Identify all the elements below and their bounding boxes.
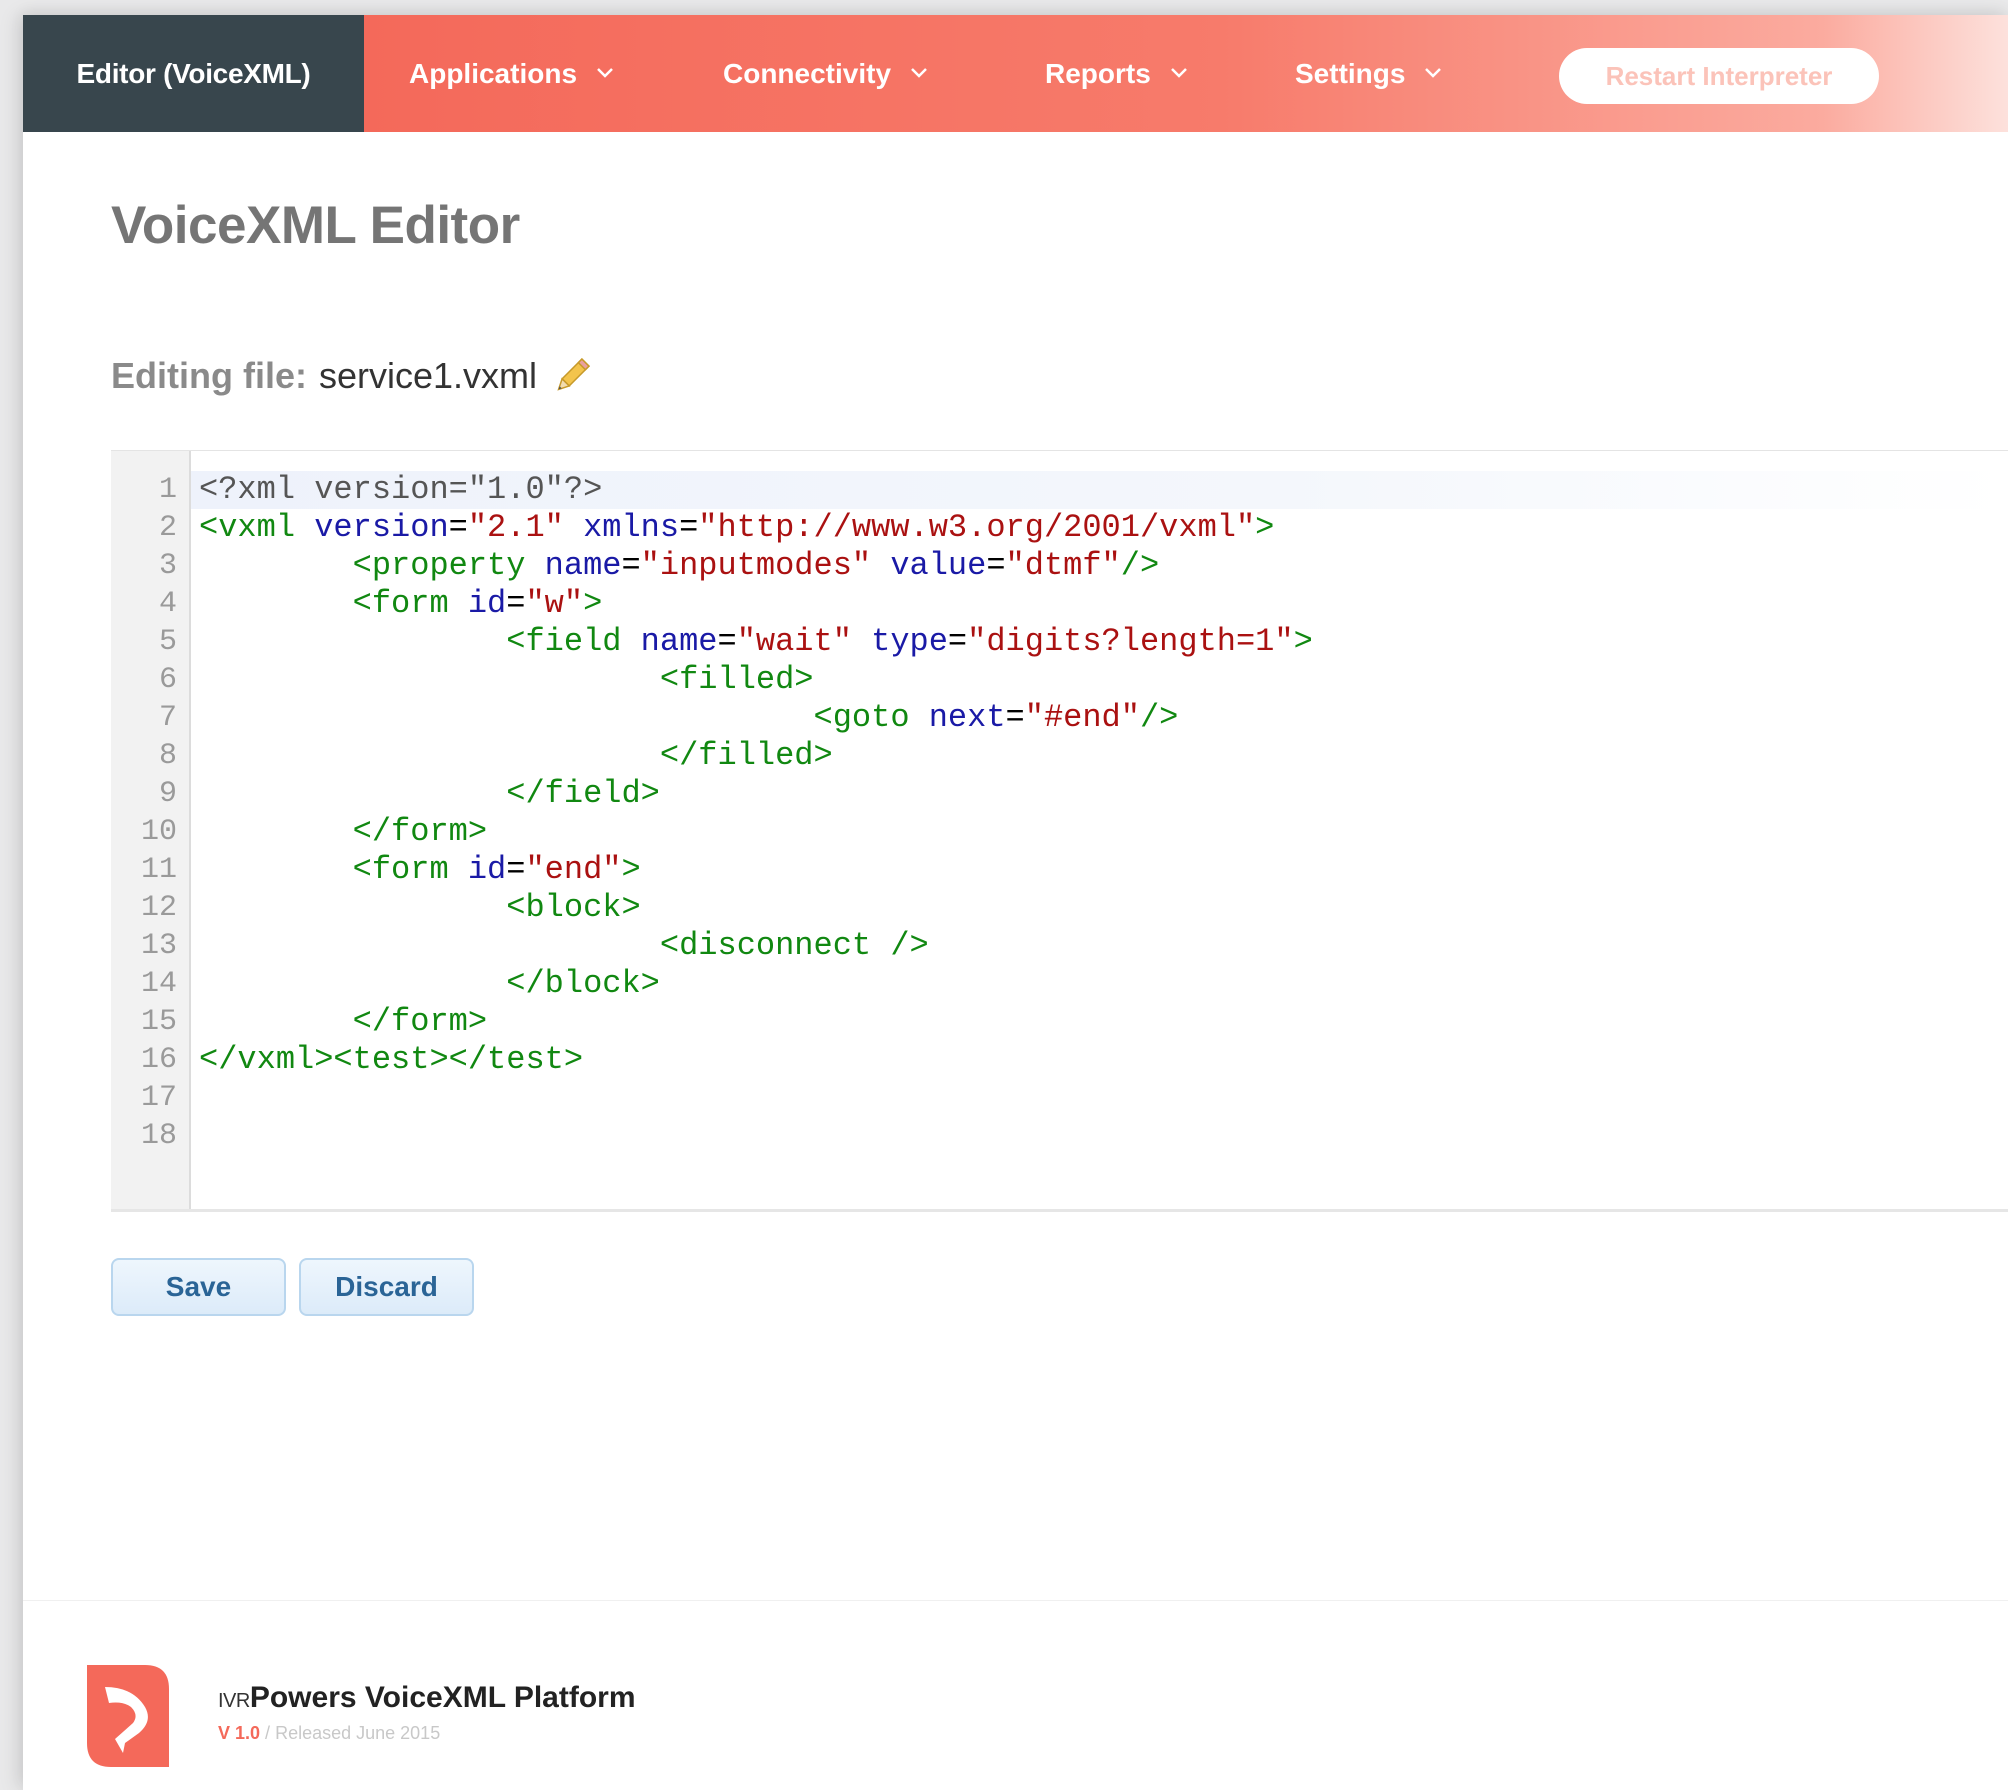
nav-item-label: Connectivity	[723, 57, 892, 89]
footer: IVRPowers VoiceXML Platform V 1.0 / Rele…	[23, 1600, 2008, 1790]
nav-item-applications[interactable]: Applications	[409, 15, 613, 132]
code-text[interactable]: <vxml version="2.1" xmlns="http://www.w3…	[199, 509, 1274, 547]
line-number: 16	[140, 1043, 177, 1077]
code-text[interactable]: <form id="end">	[199, 851, 641, 889]
code-line[interactable]: 10 </form>	[111, 813, 2008, 851]
code-editor[interactable]: 1 <?xml version="1.0"?> 2 <vxml version="2.…	[111, 450, 2008, 1212]
code-text[interactable]: <goto next="#end"/>	[199, 699, 1179, 737]
chevron-down-icon	[597, 67, 613, 81]
code-text[interactable]: </filled>	[199, 737, 833, 775]
code-text[interactable]: <form id="w">	[199, 585, 603, 623]
discard-button[interactable]: Discard	[299, 1258, 474, 1316]
version-label: V 1.0	[218, 1723, 261, 1743]
code-text[interactable]: <disconnect />	[199, 927, 929, 965]
code-line[interactable]: 5 <field name="wait" type="digits?length…	[111, 623, 2008, 661]
restart-interpreter-button[interactable]: Restart Interpreter	[1559, 48, 1879, 104]
code-line[interactable]: 3 <property name="inputmodes" value="dtm…	[111, 547, 2008, 585]
code-text[interactable]: <block>	[199, 889, 640, 927]
line-number: 17	[140, 1081, 177, 1115]
code-line[interactable]: 4 <form id="w">	[111, 585, 2008, 623]
code-line[interactable]: 13 <disconnect />	[111, 927, 2008, 965]
ivrpowers-logo-icon	[83, 1661, 173, 1771]
code-line[interactable]: 17	[111, 1079, 2008, 1117]
code-text[interactable]: </form>	[199, 1003, 487, 1041]
code-line[interactable]: 12 <block>	[111, 889, 2008, 927]
nav-brand-editor[interactable]: Editor (VoiceXML)	[23, 15, 364, 132]
nav-item-connectivity[interactable]: Connectivity	[723, 15, 927, 132]
code-text[interactable]: <field name="wait" type="digits?length=1…	[199, 623, 1313, 661]
footer-brand-prefix: IVR	[218, 1690, 250, 1712]
app-window: Editor (VoiceXML) Applications Connectiv…	[23, 15, 2008, 1790]
line-number: 12	[140, 891, 177, 925]
version-separator: /	[265, 1723, 271, 1743]
chevron-down-icon	[911, 67, 927, 81]
code-line[interactable]: 7 <goto next="#end"/>	[111, 699, 2008, 737]
line-number: 3	[158, 549, 177, 583]
line-number: 15	[140, 1005, 177, 1039]
line-number: 2	[158, 511, 177, 545]
top-navbar: Editor (VoiceXML) Applications Connectiv…	[23, 15, 2008, 132]
line-number: 4	[158, 587, 177, 621]
pencil-icon[interactable]	[551, 355, 593, 397]
nav-item-label: Applications	[409, 57, 578, 89]
code-line[interactable]: 15 </form>	[111, 1003, 2008, 1041]
chevron-down-icon	[1425, 67, 1442, 81]
page-title: VoiceXML Editor	[111, 196, 520, 255]
line-number: 9	[158, 777, 177, 811]
footer-brand-name: Powers VoiceXML Platform	[249, 1681, 636, 1714]
code-line[interactable]: 9 </field>	[111, 775, 2008, 813]
nav-item-reports[interactable]: Reports	[1045, 15, 1187, 132]
save-button[interactable]: Save	[111, 1258, 286, 1316]
line-number: 10	[140, 815, 177, 849]
footer-version-info: V 1.0 / Released June 2015	[218, 1723, 440, 1744]
line-number: 11	[140, 853, 177, 887]
code-line[interactable]: 1 <?xml version="1.0"?>	[111, 471, 2008, 509]
line-number: 14	[140, 967, 177, 1001]
code-line[interactable]: 6 <filled>	[111, 661, 2008, 699]
release-date: Released June 2015	[275, 1723, 441, 1743]
code-text[interactable]: <filled>	[199, 661, 814, 699]
code-line[interactable]: 16 </vxml><test></test>	[111, 1041, 2008, 1079]
code-text[interactable]: </field>	[199, 775, 660, 813]
code-line[interactable]: 14 </block>	[111, 965, 2008, 1003]
code-line[interactable]: 18	[111, 1117, 2008, 1155]
code-line[interactable]: 11 <form id="end">	[111, 851, 2008, 889]
line-number: 6	[158, 663, 177, 697]
line-number: 5	[158, 625, 177, 659]
code-text[interactable]: <property name="inputmodes" value="dtmf"…	[199, 547, 1160, 585]
footer-brand: IVRPowers VoiceXML Platform	[218, 1681, 636, 1715]
nav-item-settings[interactable]: Settings	[1295, 15, 1442, 132]
line-number: 13	[140, 929, 177, 963]
code-text[interactable]: </form>	[199, 813, 487, 851]
line-number: 8	[158, 739, 177, 773]
code-text[interactable]: </block>	[199, 965, 660, 1003]
editing-file-line: Editing file: service1.vxml	[111, 355, 593, 397]
code-line[interactable]: 2 <vxml version="2.1" xmlns="http://www.w…	[111, 509, 2008, 547]
editing-file-label: Editing file:	[111, 355, 307, 396]
line-number: 18	[140, 1119, 177, 1153]
code-text[interactable]: </vxml><test></test>	[199, 1041, 583, 1079]
nav-item-label: Reports	[1045, 57, 1151, 89]
file-name: service1.vxml	[318, 355, 538, 396]
line-number: 7	[158, 701, 177, 735]
chevron-down-icon	[1170, 67, 1187, 81]
code-line[interactable]: 8 </filled>	[111, 737, 2008, 775]
code-text[interactable]: <?xml version="1.0"?>	[199, 471, 602, 509]
line-number: 1	[158, 473, 177, 507]
nav-item-label: Settings	[1295, 57, 1406, 89]
